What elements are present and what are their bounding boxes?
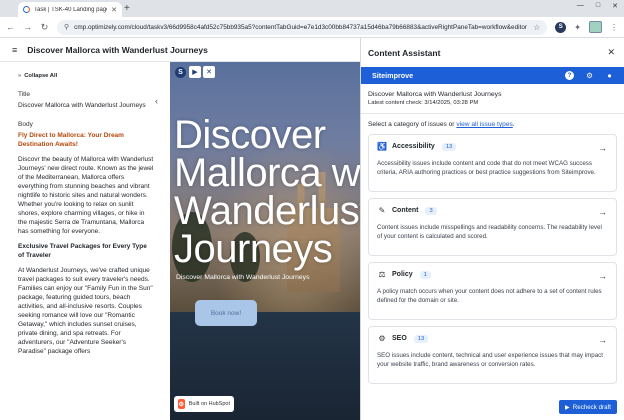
body-subheading: Exclusive Travel Packages for Every Type…	[18, 243, 147, 259]
play-icon: ▶	[565, 403, 570, 411]
browser-menu-icon[interactable]: ⋮	[610, 23, 618, 32]
category-name: SEO	[392, 335, 407, 342]
body-headline: Fly Direct to Mallorca: Your Dream Desti…	[18, 132, 124, 148]
checked-page-title: Discover Mallorca with Wanderlust Journe…	[368, 91, 502, 98]
bookmark-star-icon[interactable]: ☆	[533, 23, 540, 32]
preview-close-icon[interactable]: ✕	[203, 66, 215, 78]
recheck-draft-button[interactable]: ▶ Recheck draft	[559, 400, 617, 414]
tab-close-icon[interactable]: ✕	[111, 6, 117, 14]
help-icon[interactable]: ?	[565, 71, 574, 80]
hero-title: Discover Mallorca with Wanderlust Journe…	[174, 113, 360, 271]
siteimprove-extension-icon[interactable]: S	[555, 21, 567, 33]
content-form-panel: » Collapse All Title Discover Mallorca wi…	[0, 62, 166, 420]
site-info-icon[interactable]: ⚲	[64, 23, 69, 31]
issue-count-badge: 13	[441, 142, 457, 151]
settings-gear-icon[interactable]: ⚙	[585, 71, 594, 80]
extensions-puzzle-icon[interactable]: ✦	[574, 23, 581, 32]
category-description: SEO issues include content, technical an…	[377, 352, 603, 368]
category-card-policy[interactable]: ⚖ Policy 1 → A policy match occurs when …	[368, 262, 617, 320]
hamburger-menu-icon[interactable]: ≡	[12, 45, 17, 55]
content-assistant-panel: Content Assistant ✕ Siteimprove ? ⚙ ● Di…	[360, 38, 624, 420]
arrow-right-icon[interactable]: →	[598, 271, 607, 281]
hero-subtitle: Discover Mallorca with Wanderlust Journe…	[176, 274, 310, 281]
latest-check-timestamp: Latest content check: 3/14/2025, 03:28 P…	[368, 100, 479, 106]
seo-gear-icon: ⚙	[378, 334, 386, 343]
assistant-title: Content Assistant	[368, 47, 441, 58]
assistant-close-icon[interactable]: ✕	[607, 47, 615, 58]
window-close-icon[interactable]: ✕	[612, 2, 618, 10]
hubspot-label: Built on HubSpot	[188, 401, 230, 407]
assistant-header: Content Assistant ✕	[361, 38, 624, 67]
category-name: Policy	[392, 271, 413, 278]
play-icon[interactable]: ▶	[189, 66, 201, 78]
body-paragraph: Discovr the beauty of Mallorca with Wand…	[18, 156, 154, 235]
category-prompt-suffix: .	[512, 121, 515, 128]
title-field-label: Title	[18, 91, 31, 98]
url-field[interactable]: ⚲ cmp.optimizely.com/cloud/taskv3/66d995…	[57, 19, 548, 35]
book-now-button[interactable]: Book now!	[195, 300, 257, 326]
page-title: Discover Mallorca with Wanderlust Journe…	[27, 44, 208, 55]
issue-count-badge: 13	[413, 334, 429, 343]
body-field-label: Body	[18, 121, 33, 128]
arrow-right-icon[interactable]: →	[598, 207, 607, 217]
collapse-all-button[interactable]: » Collapse All	[18, 73, 154, 79]
category-card-accessibility[interactable]: ♿ Accessibility 13 → Accessibility issue…	[368, 134, 617, 192]
assistant-body: Discover Mallorca with Wanderlust Journe…	[361, 84, 624, 384]
issue-count-badge: 1	[419, 270, 431, 279]
window-controls: — □ ✕	[577, 2, 618, 10]
hero-title-text: Discover Mallorca with Wanderlust Journe…	[174, 113, 360, 271]
arrow-right-icon[interactable]: →	[598, 335, 607, 345]
body-paragraph: At Wanderlust Journeys, we've crafted un…	[18, 267, 153, 355]
forward-icon[interactable]: →	[23, 22, 32, 32]
profile-avatar[interactable]	[589, 21, 602, 33]
url-text: cmp.optimizely.com/cloud/taskv3/66d9958c…	[74, 23, 528, 31]
tab-title: Task | TSK-40 Landing page | O	[34, 6, 107, 13]
category-prompt-text: Select a category of issues or	[368, 121, 455, 128]
page-preview: S ▶ ✕ Discover Mallorca with Wanderlust …	[170, 62, 360, 420]
collapse-all-label: Collapse All	[24, 73, 58, 79]
browser-tab[interactable]: Task | TSK-40 Landing page | O ✕	[18, 2, 122, 17]
minimize-icon[interactable]: —	[577, 2, 584, 10]
category-name: Content	[392, 207, 419, 214]
new-tab-button[interactable]: +	[124, 3, 130, 15]
app-header: ≡ Discover Mallorca with Wanderlust Jour…	[0, 38, 360, 62]
siteimprove-brand: Siteimprove	[372, 71, 414, 80]
category-card-content[interactable]: ✎ Content 3 → Content issues include mis…	[368, 198, 617, 256]
user-icon[interactable]: ●	[605, 71, 614, 80]
recheck-draft-label: Recheck draft	[572, 403, 611, 411]
preview-toolbar: S ▶ ✕	[174, 66, 215, 78]
body-field-editor[interactable]: Fly Direct to Mallorca: Your Dream Desti…	[18, 131, 154, 356]
collapse-chevron-left-icon[interactable]: ‹	[155, 96, 158, 106]
optimizely-favicon-icon	[23, 6, 30, 13]
siteimprove-toolbar: ? ⚙ ●	[565, 71, 614, 80]
double-chevron-icon: »	[18, 73, 22, 79]
content-pen-icon: ✎	[378, 206, 386, 215]
category-prompt: Select a category of issues or view all …	[368, 121, 617, 128]
category-card-seo[interactable]: ⚙ SEO 13 → SEO issues include content, t…	[368, 326, 617, 384]
hubspot-logo-icon: ⚙	[178, 399, 185, 409]
maximize-icon[interactable]: □	[596, 2, 600, 10]
siteimprove-bar: Siteimprove ? ⚙ ●	[361, 67, 624, 84]
category-name: Accessibility	[392, 143, 435, 150]
category-description: Content issues include misspellings and …	[377, 224, 602, 240]
view-all-issue-types-link[interactable]: view all issue types	[456, 121, 512, 128]
title-field-value[interactable]: Discover Mallorca with Wanderlust Journe…	[18, 101, 154, 110]
policy-gavel-icon: ⚖	[378, 270, 386, 279]
browser-tab-strip: Task | TSK-40 Landing page | O ✕ + — □ ✕	[0, 0, 624, 17]
divider	[361, 113, 624, 114]
siteimprove-icon[interactable]: S	[175, 66, 186, 78]
accessibility-person-icon: ♿	[377, 142, 387, 151]
category-description: A policy match occurs when your content …	[377, 288, 602, 304]
back-icon[interactable]: ←	[6, 22, 15, 32]
issue-count-badge: 3	[425, 206, 437, 215]
hubspot-badge[interactable]: ⚙ Built on HubSpot	[174, 396, 234, 412]
arrow-right-icon[interactable]: →	[598, 143, 607, 153]
category-description: Accessibility issues include content and…	[377, 160, 596, 176]
address-bar: ← → ↻ ⚲ cmp.optimizely.com/cloud/taskv3/…	[0, 17, 624, 38]
reload-icon[interactable]: ↻	[40, 22, 49, 33]
